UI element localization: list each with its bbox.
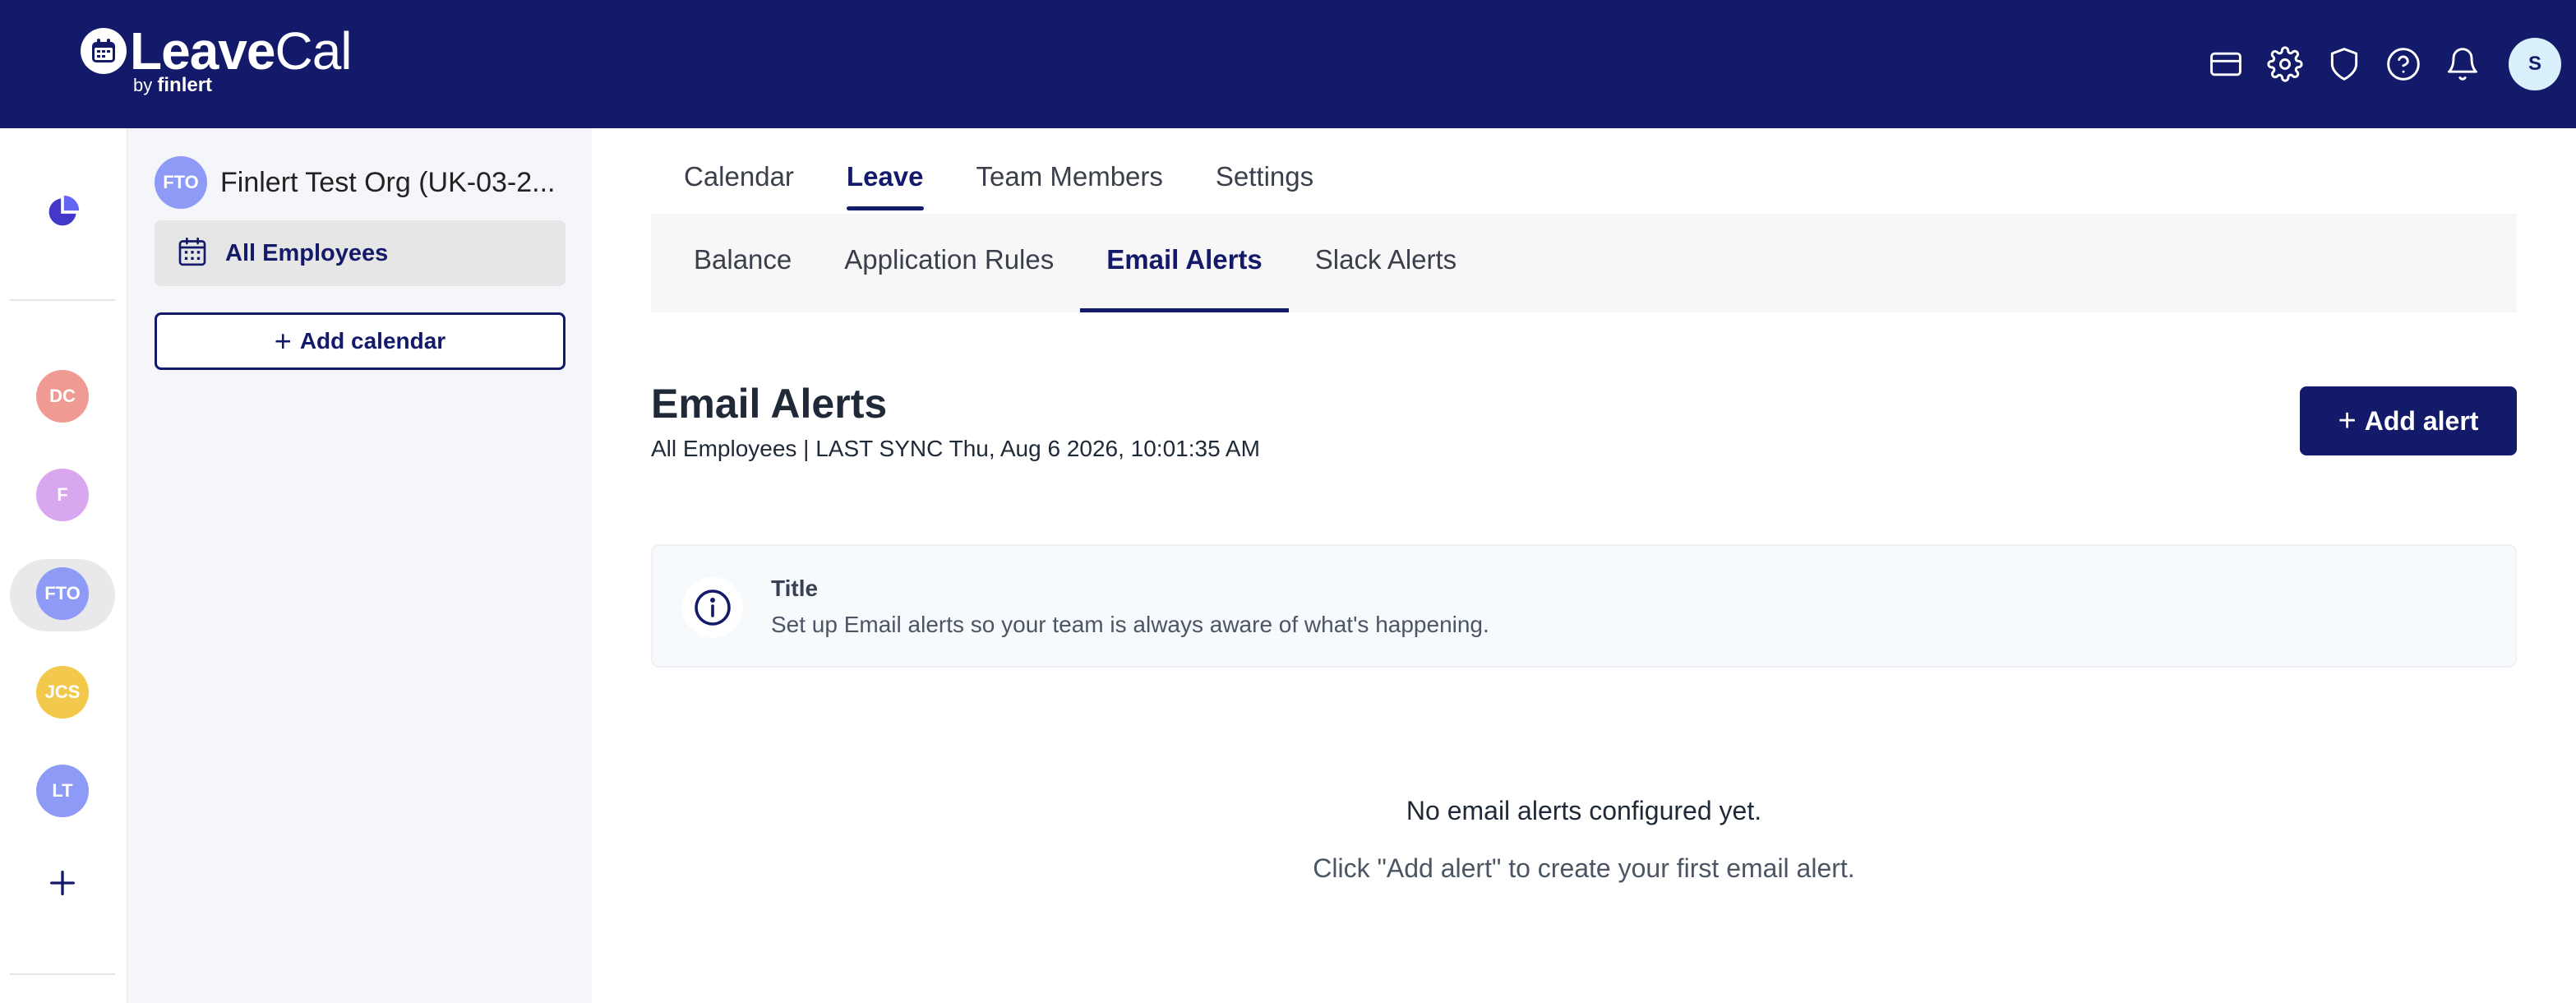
add-alert-button[interactable]: + Add alert <box>2300 386 2517 455</box>
tab-leave[interactable]: Leave <box>846 161 924 210</box>
leavecal-logo[interactable]: LeaveCal by finlert <box>81 21 353 99</box>
tab-calendar[interactable]: Calendar <box>684 161 794 209</box>
org-avatar-jcs[interactable]: JCS <box>36 666 89 719</box>
secondary-tabs: Balance Application Rules Email Alerts S… <box>651 214 1483 312</box>
logo-wordmark: LeaveCal <box>130 21 353 81</box>
sync-status: All Employees | LAST SYNC Thu, Aug 6 202… <box>651 436 1260 461</box>
calendar-panel: FTO Finlert Test Org (UK-03-2... All Emp… <box>128 128 592 1003</box>
org-avatar-lt[interactable]: LT <box>36 765 89 817</box>
bell-icon[interactable] <box>2433 35 2492 94</box>
org-avatar: FTO <box>155 156 207 209</box>
top-bar: LeaveCal by finlert S <box>0 0 2576 128</box>
subtab-email-alerts[interactable]: Email Alerts <box>1080 214 1289 312</box>
logo-byline: by finlert <box>133 74 213 96</box>
plus-icon: + <box>2338 403 2357 438</box>
subtab-slack-alerts[interactable]: Slack Alerts <box>1289 214 1483 312</box>
calendar-item-label: All Employees <box>225 239 389 266</box>
calendar-logo-icon <box>81 28 127 74</box>
tab-team-members[interactable]: Team Members <box>976 161 1163 209</box>
user-avatar[interactable]: S <box>2509 38 2561 90</box>
main-content: Calendar Leave Team Members Settings Bal… <box>592 128 2576 1003</box>
info-card: Title Set up Email alerts so your team i… <box>651 544 2517 668</box>
empty-state-hint: Click "Add alert" to create your first e… <box>1313 853 1855 883</box>
add-calendar-button[interactable]: + Add calendar <box>155 312 566 370</box>
top-toolbar: S <box>2196 35 2561 94</box>
gear-icon[interactable] <box>2255 35 2315 94</box>
rail-divider <box>10 299 115 301</box>
org-avatar-f[interactable]: F <box>36 469 89 521</box>
org-name: Finlert Test Org (UK-03-2... <box>220 166 556 198</box>
page-title: Email Alerts <box>651 381 888 427</box>
org-avatar-dc[interactable]: DC <box>36 370 89 423</box>
primary-tabs: Calendar Leave Team Members Settings <box>684 161 1366 210</box>
org-rail: DC F FTO JCS LT <box>0 128 128 1003</box>
plus-icon: + <box>274 324 292 358</box>
card-icon[interactable] <box>2196 35 2255 94</box>
empty-state-title: No email alerts configured yet. <box>1406 796 1762 825</box>
tab-settings[interactable]: Settings <box>1216 161 1313 209</box>
org-header[interactable]: FTO Finlert Test Org (UK-03-2... <box>155 156 556 209</box>
rail-divider <box>10 973 115 975</box>
add-org-plus-icon[interactable] <box>46 867 79 904</box>
calendar-item-all-employees[interactable]: All Employees <box>155 220 566 286</box>
pie-chart-icon[interactable] <box>44 194 81 234</box>
subtab-application-rules[interactable]: Application Rules <box>818 214 1080 312</box>
add-calendar-label: Add calendar <box>299 328 446 354</box>
info-title: Title <box>771 575 819 601</box>
calendar-icon <box>176 235 209 272</box>
add-alert-label: Add alert <box>2364 405 2479 436</box>
shield-icon[interactable] <box>2315 35 2374 94</box>
secondary-tab-bar: Balance Application Rules Email Alerts S… <box>651 214 2517 312</box>
info-icon <box>682 577 743 638</box>
help-icon[interactable] <box>2374 35 2433 94</box>
subtab-balance[interactable]: Balance <box>667 214 818 312</box>
info-text: Set up Email alerts so your team is alwa… <box>771 612 1489 637</box>
org-avatar-fto[interactable]: FTO <box>36 567 89 620</box>
